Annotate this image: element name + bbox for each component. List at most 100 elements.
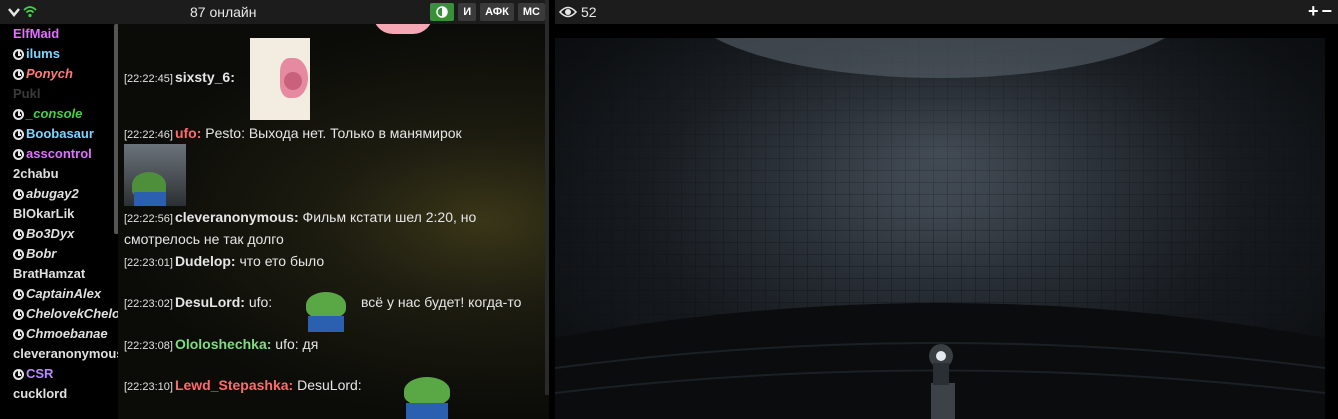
user-name: _console	[26, 106, 83, 121]
message-timestamp: [22:23:02]	[124, 298, 173, 310]
user-list-item[interactable]: Bobr	[0, 244, 118, 264]
user-list-item[interactable]: BlOkarLik	[0, 204, 118, 224]
contrast-icon	[436, 6, 448, 18]
user-list-item[interactable]: CSR	[0, 364, 118, 384]
i-button[interactable]: И	[458, 3, 477, 21]
clock-icon	[13, 368, 24, 380]
user-list-item[interactable]: Boobasaur	[0, 124, 118, 144]
contrast-toggle-button[interactable]	[430, 3, 455, 21]
user-list-item[interactable]: Chmoebanae	[0, 324, 118, 344]
message-timestamp: [22:22:46]	[124, 129, 173, 141]
chevron-down-icon[interactable]	[7, 6, 21, 18]
clock-icon	[13, 188, 24, 200]
clock-icon	[13, 148, 24, 160]
clock-icon	[13, 328, 24, 340]
user-list-item[interactable]: Pukl	[0, 84, 118, 104]
user-name: CSR	[26, 366, 54, 381]
zoom-out-button[interactable]: −	[1321, 2, 1332, 20]
message-timestamp: [22:23:10]	[124, 381, 173, 393]
video-player[interactable]	[555, 24, 1338, 419]
clock-icon	[13, 48, 24, 60]
user-list-item[interactable]: CaptainAlex	[0, 284, 118, 304]
message-author[interactable]: Lewd_Stepashka:	[175, 377, 293, 393]
wifi-icon	[23, 6, 37, 18]
user-list-item[interactable]: BratHamzat	[0, 264, 118, 284]
chat-header: 87 онлайн И АФК МС	[0, 0, 549, 24]
user-list-item[interactable]: cucklord	[0, 384, 118, 404]
user-list-item[interactable]: Bo3Dyx	[0, 224, 118, 244]
emote-pepe	[302, 292, 348, 332]
user-name: ChelovekChelo	[26, 306, 118, 321]
message-text: смотрелось не так долго	[124, 231, 284, 247]
clock-icon	[13, 248, 24, 260]
clock-icon	[13, 108, 24, 120]
user-name: cucklord	[13, 386, 68, 401]
user-name: BratHamzat	[13, 266, 86, 281]
app-root: 87 онлайн И АФК МС ElfMaid ilums Ponych Puk…	[0, 0, 1338, 419]
user-name: Pukl	[13, 86, 41, 101]
user-name: BlOkarLik	[13, 206, 75, 221]
user-list-item[interactable]: cleveranonymous	[0, 344, 118, 364]
header-buttons: И АФК МС	[430, 3, 545, 21]
eye-icon	[559, 6, 577, 18]
message-author[interactable]: DesuLord:	[175, 294, 245, 310]
user-name: CaptainAlex	[26, 286, 102, 301]
message-author[interactable]: ufo:	[175, 125, 201, 141]
user-name: Chmoebanae	[26, 326, 108, 341]
online-count: 87 онлайн	[190, 4, 257, 20]
user-list-item[interactable]: _console	[0, 104, 118, 124]
message-author[interactable]: cleveranonymous:	[175, 209, 299, 225]
user-name: ElfMaid	[13, 26, 60, 41]
chat-message: [22:23:01] Dudelop: что ето было	[124, 253, 324, 269]
header-icons	[7, 6, 37, 18]
user-name: Boobasaur	[26, 126, 94, 141]
user-list-item[interactable]: ilums	[0, 44, 118, 64]
zoom-in-button[interactable]: +	[1308, 2, 1319, 20]
user-list-item[interactable]: ChelovekChelo	[0, 304, 118, 324]
user-name: 2chabu	[13, 166, 59, 181]
video-frame-image	[555, 38, 1325, 419]
message-author[interactable]: Ololoshechka:	[175, 336, 271, 352]
message-timestamp: [22:23:08]	[124, 340, 173, 352]
user-name: asscontrol	[26, 146, 92, 161]
mc-button[interactable]: МС	[517, 3, 545, 21]
user-name: ilums	[26, 46, 60, 61]
emote-pepe-picture	[124, 144, 186, 206]
chat-message: [22:22:46] ufo: Pesto: Выхода нет. Только…	[124, 125, 462, 141]
chat-message: всё у нас будет! когда-то	[361, 294, 521, 310]
clock-icon	[13, 308, 24, 320]
user-list-item[interactable]: abugay2	[0, 184, 118, 204]
clock-icon	[13, 228, 24, 240]
chat-message: [22:23:02] DesuLord: ufo:	[124, 294, 272, 310]
zoom-controls: + −	[1308, 2, 1332, 20]
user-list-item[interactable]: Ponych	[0, 64, 118, 84]
user-name: Bobr	[26, 246, 57, 261]
message-author[interactable]: Dudelop:	[175, 253, 236, 269]
user-list-item[interactable]: ElfMaid	[0, 24, 118, 44]
clock-icon	[13, 68, 24, 80]
clock-icon	[13, 288, 24, 300]
chat-message: [22:23:08] Ololoshechka: ufo: дя	[124, 336, 318, 352]
chat-message: [22:22:45] sixsty_6:	[124, 69, 235, 85]
video-header: 52 + −	[555, 0, 1338, 24]
cooling-tower-scene	[555, 38, 1325, 419]
user-list: ElfMaid ilums Ponych Pukl _console Boobasaur a…	[0, 24, 118, 419]
message-text: Pesto: Выхода нет. Только в манямирок	[205, 125, 462, 141]
clock-icon	[13, 128, 24, 140]
user-list-item[interactable]: 2chabu	[0, 164, 118, 184]
message-text: что ето было	[239, 253, 325, 269]
chat-messages: [22:22:45] sixsty_6: [22:22:46] ufo: Pesto…	[118, 24, 549, 419]
chat-message: [22:22:56] cleveranonymous: Фильм кстати …	[124, 209, 476, 225]
message-text: всё у нас будет! когда-то	[361, 294, 522, 310]
emote-pepe-2	[400, 377, 454, 419]
user-list-item[interactable]: asscontrol	[0, 144, 118, 164]
message-author[interactable]: sixsty_6:	[175, 69, 235, 85]
emote-lips-top	[373, 24, 433, 34]
message-timestamp: [22:22:56]	[124, 213, 173, 225]
user-name: cleveranonymous	[13, 346, 118, 361]
emote-tongue	[250, 38, 310, 120]
user-name: Bo3Dyx	[26, 226, 75, 241]
message-text: Фильм кстати шел 2:20, но	[302, 209, 477, 225]
afk-button[interactable]: АФК	[480, 3, 514, 21]
message-text: ufo: дя	[275, 336, 319, 352]
